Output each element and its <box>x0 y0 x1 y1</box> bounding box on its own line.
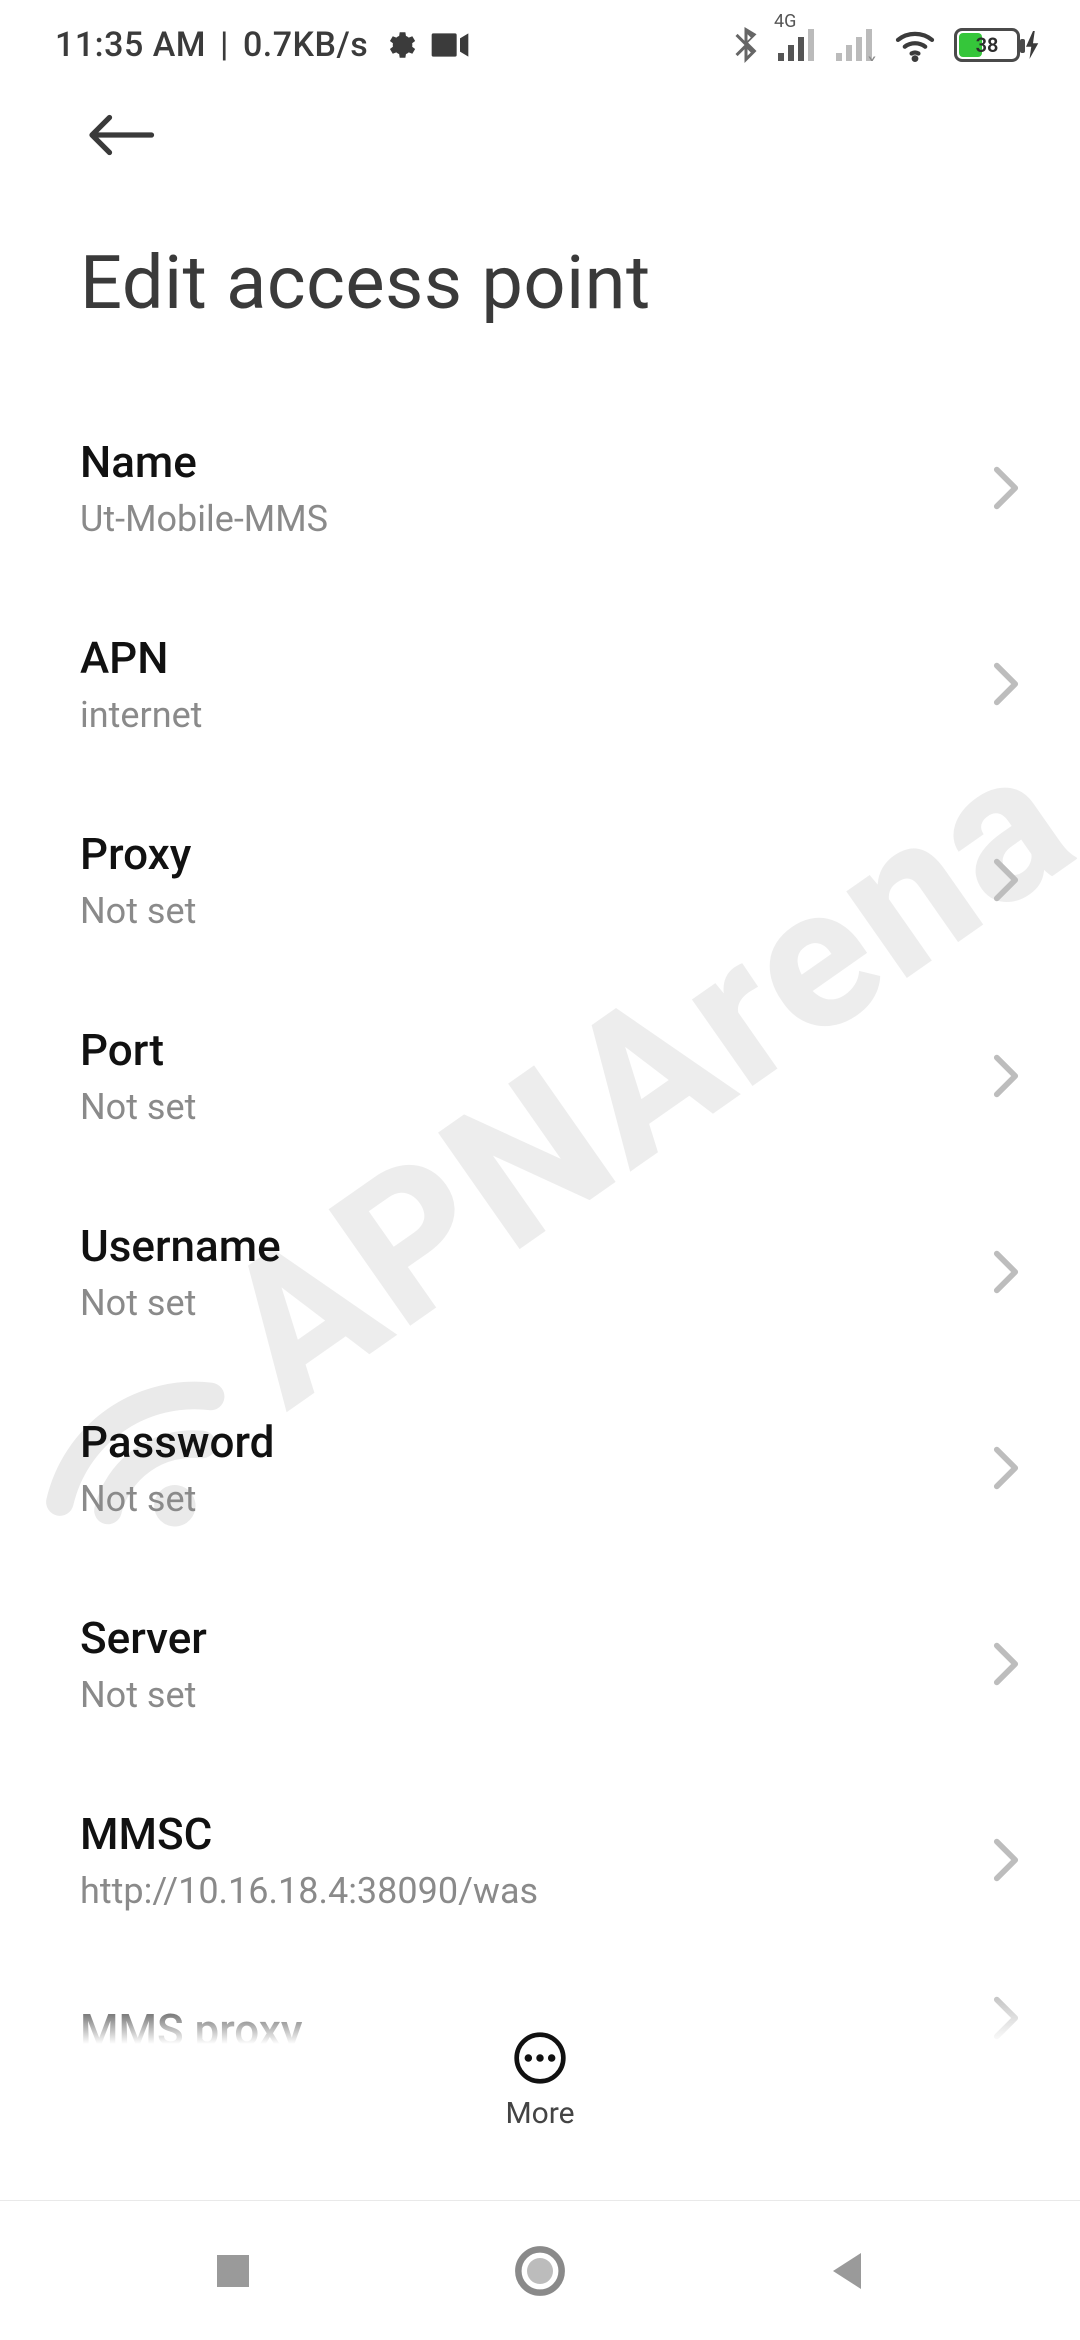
item-label: Password <box>80 1416 990 1468</box>
triangle-back-icon <box>827 2249 867 2293</box>
gear-icon <box>382 28 416 62</box>
nav-back-button[interactable] <box>812 2236 882 2306</box>
chevron-right-icon <box>992 1249 1020 1295</box>
more-button[interactable]: More <box>0 1990 1080 2170</box>
circle-icon <box>514 2245 566 2297</box>
navigation-bar <box>0 2200 1080 2340</box>
item-value: Not set <box>80 1478 990 1520</box>
square-icon <box>213 2251 253 2291</box>
item-value: Ut-Mobile-MMS <box>80 498 990 540</box>
item-name[interactable]: Name Ut-Mobile-MMS <box>0 390 1080 586</box>
battery-percent: 38 <box>957 33 1017 57</box>
more-icon <box>512 2030 568 2086</box>
status-separator: | <box>220 25 229 65</box>
status-bar: 11:35 AM | 0.7KB/s 4G x 38 <box>0 0 1080 90</box>
chevron-right-icon <box>992 1641 1020 1687</box>
item-value: internet <box>80 694 990 736</box>
charging-icon <box>1026 31 1040 59</box>
status-time: 11:35 AM <box>55 25 206 65</box>
item-value: Not set <box>80 1086 990 1128</box>
item-proxy[interactable]: Proxy Not set <box>0 782 1080 978</box>
signal-1-icon: 4G <box>778 29 818 61</box>
page-title: Edit access point <box>80 240 651 327</box>
status-left: 11:35 AM | 0.7KB/s <box>55 25 470 65</box>
item-mmsc[interactable]: MMSC http://10.16.18.4:38090/was <box>0 1762 1080 1958</box>
item-value: http://10.16.18.4:38090/was <box>80 1870 990 1912</box>
status-net-speed: 0.7KB/s <box>243 25 368 65</box>
item-label: Username <box>80 1220 990 1272</box>
video-icon <box>430 30 470 60</box>
wifi-icon <box>894 28 936 62</box>
item-value: Not set <box>80 1282 990 1324</box>
item-username[interactable]: Username Not set <box>0 1174 1080 1370</box>
nav-recent-button[interactable] <box>198 2236 268 2306</box>
item-server[interactable]: Server Not set <box>0 1566 1080 1762</box>
more-label: More <box>505 2096 574 2131</box>
item-port[interactable]: Port Not set <box>0 978 1080 1174</box>
item-apn[interactable]: APN internet <box>0 586 1080 782</box>
svg-text:x: x <box>868 50 876 61</box>
item-label: Port <box>80 1024 990 1076</box>
chevron-right-icon <box>992 857 1020 903</box>
item-label: MMSC <box>80 1808 990 1860</box>
status-right: 4G x 38 <box>732 27 1040 63</box>
chevron-right-icon <box>992 661 1020 707</box>
nav-home-button[interactable] <box>505 2236 575 2306</box>
chevron-right-icon <box>992 465 1020 511</box>
chevron-right-icon <box>992 1053 1020 1099</box>
battery-indicator: 38 <box>954 28 1040 62</box>
signal-2-icon: x <box>836 29 876 61</box>
back-button[interactable] <box>85 110 155 164</box>
item-label: Name <box>80 436 990 488</box>
item-label: Proxy <box>80 828 990 880</box>
back-arrow-icon <box>85 110 155 160</box>
network-type-label: 4G <box>774 11 796 32</box>
bluetooth-icon <box>732 27 760 63</box>
item-label: APN <box>80 632 990 684</box>
chevron-right-icon <box>992 1445 1020 1491</box>
item-value: Not set <box>80 1674 990 1716</box>
item-label: Server <box>80 1612 990 1664</box>
chevron-right-icon <box>992 1837 1020 1883</box>
item-password[interactable]: Password Not set <box>0 1370 1080 1566</box>
item-value: Not set <box>80 890 990 932</box>
